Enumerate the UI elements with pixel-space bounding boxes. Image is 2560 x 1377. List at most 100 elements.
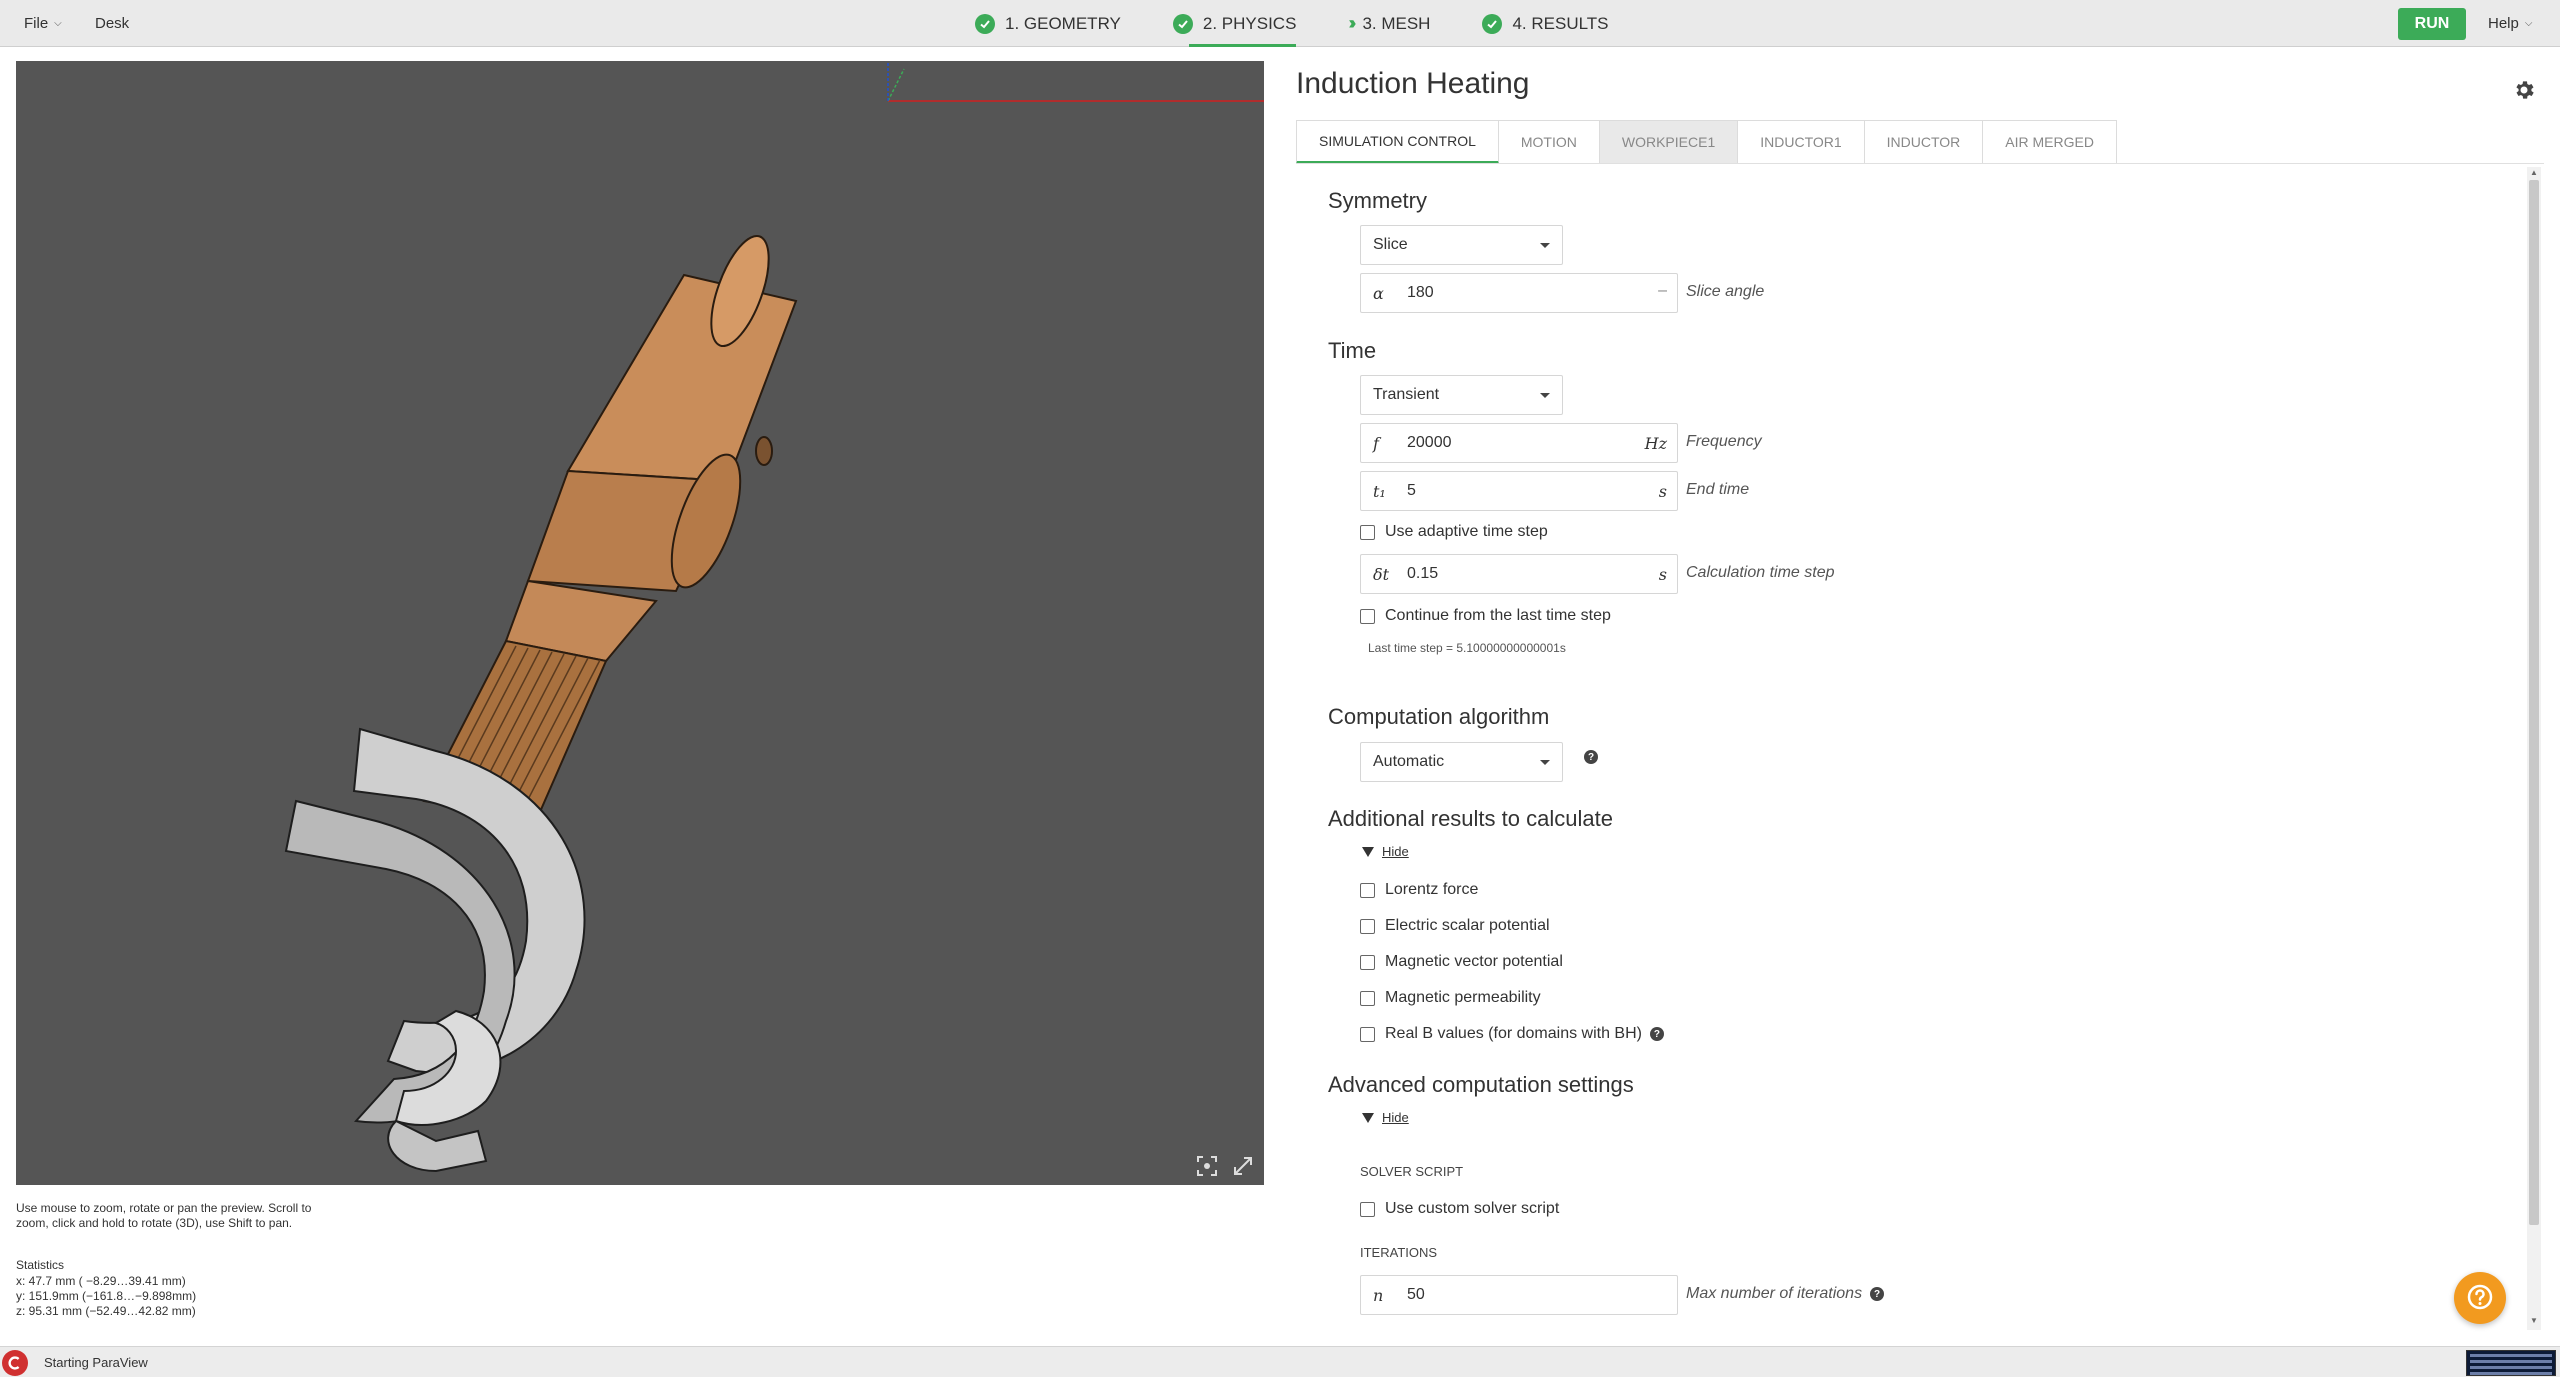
frequency-label: Frequency [1686, 433, 1762, 450]
additional-results-hide-toggle[interactable]: Hide [1362, 844, 1409, 859]
checkbox-box[interactable] [1360, 524, 1375, 540]
app-logo-icon [2, 1350, 28, 1376]
step-physics[interactable]: 2. PHYSICS [1172, 0, 1296, 47]
chevron-down-icon: ⌵ [54, 18, 62, 29]
panel-scrollbar-thumb[interactable] [2529, 180, 2539, 1225]
help-menu[interactable]: Help ⌵ [2488, 0, 2532, 47]
scroll-up-icon[interactable]: ▲ [2528, 168, 2540, 178]
time-step-input[interactable] [1407, 561, 1627, 587]
tab-inductor1[interactable]: INDUCTOR1 [1738, 120, 1865, 164]
console-line [2470, 1372, 2552, 1375]
model-render [284, 61, 1264, 1173]
help-question-icon[interactable]: ? [1649, 1027, 1664, 1041]
magnetic-permeability-checkbox[interactable]: Magnetic permeability [1360, 989, 1541, 1007]
caret-down-icon [1540, 760, 1550, 765]
frequency-input[interactable] [1407, 430, 1627, 456]
check-circle-icon [1172, 13, 1193, 34]
iterations-input[interactable] [1407, 1282, 1627, 1308]
question-bubble-icon [2467, 1284, 2493, 1310]
panel-tabs: SIMULATION CONTROL MOTION WORKPIECE1 IND… [1296, 120, 2117, 164]
statistics-values: x: 47.7 mm ( −8.29…39.41 mm) y: 151.9mm … [16, 1274, 196, 1319]
status-message: Starting ParaView [44, 1355, 148, 1370]
stat-y: y: 151.9mm (−161.8…−9.898mm) [16, 1289, 197, 1303]
tab-air-merged[interactable]: AIR MERGED [1983, 120, 2117, 164]
symmetry-heading: Symmetry [1328, 188, 1427, 213]
checkbox-box[interactable] [1360, 608, 1375, 624]
checkbox-box[interactable] [1360, 1026, 1375, 1042]
chevron-down-icon: ⌵ [2524, 18, 2533, 29]
time-mode-select[interactable]: Transient [1360, 375, 1563, 415]
file-menu[interactable]: File ⌵ [24, 0, 62, 47]
checkbox-box[interactable] [1360, 882, 1375, 898]
checkbox-box[interactable] [1360, 954, 1375, 970]
electric-scalar-potential-checkbox[interactable]: Electric scalar potential [1360, 917, 1550, 935]
adaptive-time-step-checkbox[interactable]: Use adaptive time step [1360, 523, 1548, 541]
viewport-help-text: Use mouse to zoom, rotate or pan the pre… [16, 1201, 312, 1230]
workflow-steps: 1. GEOMETRY 2. PHYSICS ›› 3. MESH 4. RES… [975, 0, 1661, 47]
statistics-label: Statistics [16, 1258, 65, 1272]
end-time-label: End time [1686, 481, 1750, 498]
workpiece-shaft [422, 234, 798, 823]
fit-view-icon[interactable] [1194, 1153, 1220, 1179]
page-title: Induction Heating [1296, 67, 1530, 100]
step-geometry[interactable]: 1. GEOMETRY [975, 0, 1121, 47]
symmetry-select[interactable]: Slice [1360, 225, 1563, 265]
end-time-field: t₁ s [1360, 471, 1678, 511]
console-preview[interactable] [2466, 1350, 2556, 1376]
algorithm-select[interactable]: Automatic [1360, 742, 1563, 782]
tab-motion[interactable]: MOTION [1498, 120, 1600, 164]
custom-solver-script-checkbox[interactable]: Use custom solver script [1360, 1200, 1559, 1218]
frequency-field: f Hz [1360, 423, 1678, 463]
caret-down-icon [1540, 243, 1550, 248]
status-bar: Starting ParaView [0, 1346, 2560, 1377]
tab-simulation-control[interactable]: SIMULATION CONTROL [1296, 120, 1499, 164]
time-step-label: Calculation time step [1686, 564, 1835, 581]
iterations-field: n [1360, 1275, 1678, 1315]
desk-menu[interactable]: Desk [95, 0, 129, 47]
algorithm-heading: Computation algorithm [1328, 704, 1550, 729]
step-mesh[interactable]: ›› 3. MESH [1348, 0, 1430, 47]
gear-icon[interactable] [2512, 78, 2536, 102]
scroll-down-icon[interactable]: ▼ [2528, 1316, 2540, 1326]
help-question-icon[interactable]: ? [1870, 1287, 1885, 1301]
real-b-values-checkbox[interactable]: Real B values (for domains with BH) ? [1360, 1025, 1664, 1043]
time-step-field: δt s [1360, 554, 1678, 594]
step-results[interactable]: 4. RESULTS [1482, 0, 1609, 47]
checkbox-box[interactable] [1360, 990, 1375, 1006]
advanced-settings-heading: Advanced computation settings [1328, 1072, 1634, 1097]
tab-inductor[interactable]: INDUCTOR [1864, 120, 1984, 164]
continue-last-step-checkbox[interactable]: Continue from the last time step [1360, 607, 1611, 625]
orientation-axes-icon [887, 61, 1264, 102]
checkbox-box[interactable] [1360, 1201, 1375, 1217]
fullscreen-icon[interactable] [1230, 1153, 1256, 1179]
iterations-label-row: Max number of iterations ? [1686, 1285, 1885, 1303]
slice-angle-input[interactable] [1407, 280, 1627, 306]
top-bar: File ⌵ Desk 1. GEOMETRY 2. PHYSICS ›› 3. … [0, 0, 2560, 47]
triangle-down-icon [1362, 1112, 1374, 1123]
stat-z: z: 95.31 mm (−52.49…42.82 mm) [16, 1304, 196, 1318]
caret-down-icon [1540, 393, 1550, 398]
time-heading: Time [1328, 338, 1377, 363]
solver-script-subheading: SOLVER SCRIPT [1360, 1164, 1464, 1179]
3d-preview-viewport[interactable] [16, 61, 1264, 1185]
iterations-subheading: ITERATIONS [1360, 1245, 1438, 1260]
support-help-button[interactable] [2454, 1272, 2506, 1324]
tab-workpiece1[interactable]: WORKPIECE1 [1599, 120, 1739, 164]
last-time-step-note: Last time step = 5.10000000000001s [1368, 641, 1566, 655]
additional-results-heading: Additional results to calculate [1328, 806, 1613, 831]
slice-angle-field: α – [1360, 273, 1678, 313]
help-question-icon[interactable]: ? [1584, 750, 1598, 764]
check-circle-icon [975, 13, 995, 34]
console-line [2470, 1366, 2552, 1369]
slice-angle-label: Slice angle [1686, 283, 1765, 300]
magnetic-vector-potential-checkbox[interactable]: Magnetic vector potential [1360, 953, 1563, 971]
lorentz-force-checkbox[interactable]: Lorentz force [1360, 881, 1478, 899]
checkbox-box[interactable] [1360, 918, 1375, 934]
end-time-input[interactable] [1407, 478, 1627, 504]
console-line [2470, 1360, 2552, 1363]
run-button[interactable]: RUN [2398, 8, 2466, 40]
advanced-settings-hide-toggle[interactable]: Hide [1362, 1110, 1409, 1125]
check-circle-icon [1482, 13, 1503, 34]
stat-x: x: 47.7 mm ( −8.29…39.41 mm) [16, 1274, 186, 1288]
double-chevron-right-icon: ›› [1348, 13, 1356, 33]
